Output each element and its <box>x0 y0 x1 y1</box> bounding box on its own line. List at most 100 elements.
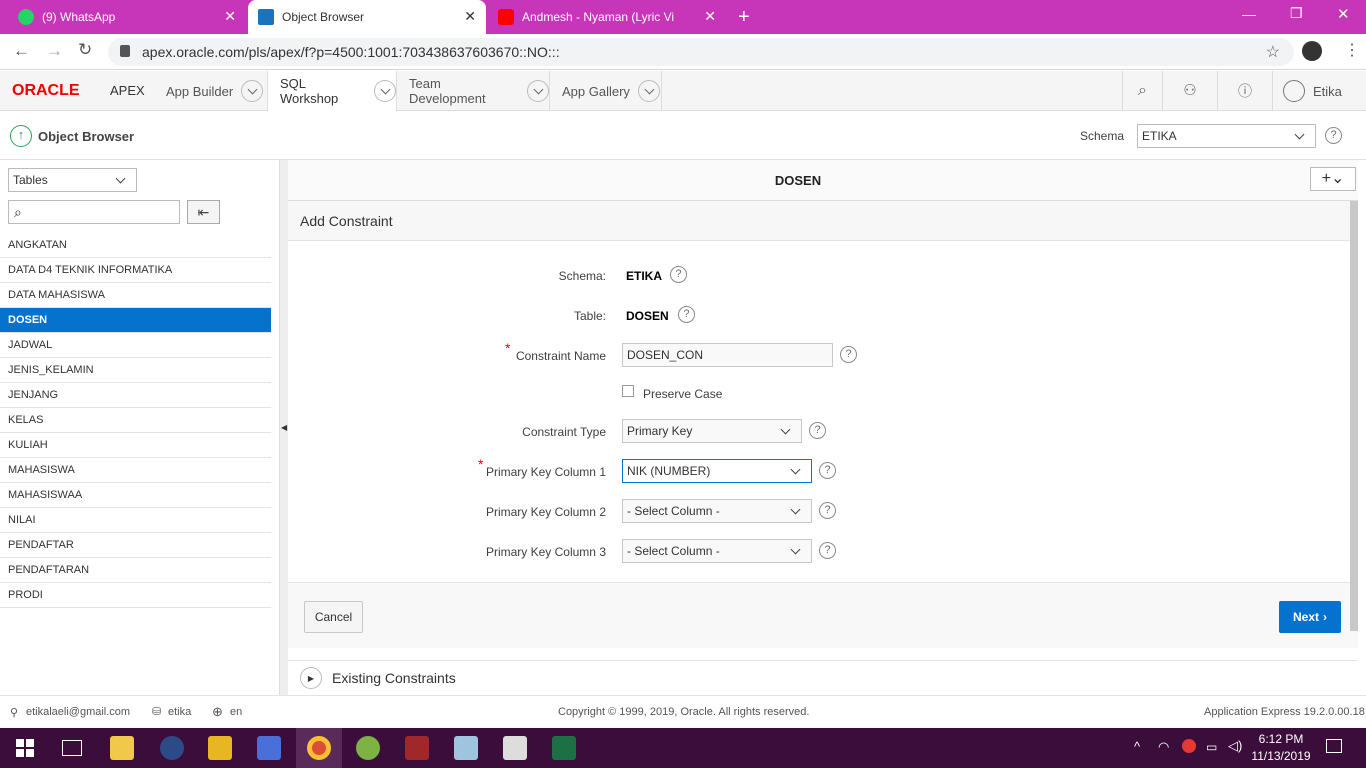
table-list-item[interactable]: JENIS_KELAMIN <box>0 358 271 383</box>
panel-splitter[interactable]: ◀ <box>280 160 288 695</box>
back-icon[interactable]: ← <box>13 41 30 61</box>
expand-icon[interactable]: ▶ <box>300 667 322 689</box>
table-list-item[interactable]: DATA D4 TEKNIK INFORMATIKA <box>0 258 271 283</box>
excel-icon[interactable] <box>552 736 576 760</box>
nav-label: App Builder <box>166 83 234 99</box>
chrome-icon <box>307 736 331 760</box>
nav-sql-workshop[interactable]: SQL Workshop <box>268 71 397 111</box>
new-tab-button[interactable]: + <box>738 6 750 29</box>
constraint-type-select[interactable]: Primary Key <box>622 419 802 443</box>
apex-icon <box>258 9 274 25</box>
eclipse-icon[interactable] <box>160 736 184 760</box>
clock-time: 6:12 PM <box>1258 732 1304 746</box>
chevron-right-icon: › <box>1323 610 1327 624</box>
chevron-up-icon[interactable]: ^ <box>1134 739 1140 754</box>
chevron-down-icon[interactable] <box>241 80 264 102</box>
table-list-item[interactable]: NILAI <box>0 508 271 533</box>
star-icon[interactable]: ☆ <box>1266 42 1280 62</box>
table-list-item[interactable]: MAHASISWA <box>0 458 271 483</box>
windows-start-icon[interactable] <box>16 739 34 757</box>
nav-app-builder[interactable]: App Builder <box>154 71 268 111</box>
search-input[interactable]: ⌕ <box>8 200 180 224</box>
tab-youtube[interactable]: Andmesh - Nyaman (Lyric Vi ✕ <box>488 0 726 34</box>
volume-icon[interactable]: ◁) <box>1228 738 1242 754</box>
collapse-icon[interactable]: ◀ <box>281 423 287 432</box>
up-icon[interactable]: ↑ <box>10 125 32 147</box>
next-button[interactable]: Next › <box>1279 601 1341 633</box>
cancel-button[interactable]: Cancel <box>304 601 363 633</box>
table-list-item[interactable]: KELAS <box>0 408 271 433</box>
footer-language: en <box>230 706 243 718</box>
android-studio-icon[interactable] <box>356 736 380 760</box>
chevron-down-icon[interactable] <box>527 80 549 102</box>
close-icon[interactable]: ✕ <box>224 9 236 23</box>
url-field[interactable]: apex.oracle.com/pls/apex/f?p=4500:1001:7… <box>108 38 1294 66</box>
tab-title: (9) WhatsApp <box>42 10 116 24</box>
window-close-button[interactable]: ✕ <box>1337 5 1350 23</box>
refresh-list-button[interactable]: ⇤ <box>187 200 220 224</box>
help-menu-icon[interactable]: ⓘ <box>1217 71 1272 111</box>
pk-column-3-select[interactable]: - Select Column - <box>622 539 812 563</box>
chrome-taskbar-item[interactable] <box>296 728 342 768</box>
maximize-button[interactable]: ❐ <box>1290 5 1303 22</box>
help-icon[interactable]: ? <box>670 266 687 283</box>
table-list-item[interactable]: MAHASISWAA <box>0 483 271 508</box>
reload-icon[interactable]: ↻ <box>78 40 92 60</box>
pk-column-1-select[interactable]: NIK (NUMBER) <box>622 459 812 483</box>
apex-header: ORACLE APEX App Builder SQL Workshop Tea… <box>0 71 1366 111</box>
user-menu[interactable]: Etika <box>1272 71 1366 111</box>
help-icon[interactable]: ? <box>819 502 836 519</box>
chevron-down-icon[interactable] <box>374 80 396 102</box>
table-list-item[interactable]: PENDAFTAR <box>0 533 271 558</box>
table-list-item[interactable]: JENJANG <box>0 383 271 408</box>
clock[interactable]: 6:12 PM 11/13/2019 <box>1250 731 1312 765</box>
preserve-case-checkbox[interactable] <box>622 385 634 397</box>
winrar-icon[interactable] <box>405 736 429 760</box>
admin-icon[interactable]: ⚇ <box>1162 71 1217 111</box>
help-icon[interactable]: ? <box>819 542 836 559</box>
table-list-item[interactable]: DOSEN <box>0 308 271 333</box>
network-app-icon[interactable] <box>257 736 281 760</box>
nav-app-gallery[interactable]: App Gallery <box>550 71 662 111</box>
table-list-item[interactable]: ANGKATAN <box>0 233 271 258</box>
pk-column-2-value: - Select Column - <box>627 504 720 518</box>
table-list-item[interactable]: PRODI <box>0 583 271 608</box>
help-icon[interactable]: ? <box>809 422 826 439</box>
tab-object-browser[interactable]: Object Browser ✕ <box>248 0 486 34</box>
help-icon[interactable]: ? <box>1325 127 1342 144</box>
help-icon[interactable]: ? <box>819 462 836 479</box>
battery-icon[interactable]: ▭ <box>1206 740 1217 754</box>
create-menu-button[interactable]: +⌄ <box>1310 167 1356 191</box>
task-view-icon[interactable] <box>62 740 82 756</box>
avatar[interactable] <box>1302 41 1322 61</box>
table-list-item[interactable]: DATA MAHASISWA <box>0 283 271 308</box>
file-explorer-icon[interactable] <box>110 736 134 760</box>
table-list-item[interactable]: PENDAFTARAN <box>0 558 271 583</box>
nav-team-development[interactable]: Team Development <box>397 71 550 111</box>
tab-whatsapp[interactable]: (9) WhatsApp ✕ <box>8 0 246 34</box>
wifi-icon[interactable]: ◠ <box>1158 739 1169 755</box>
pk-column-2-select[interactable]: - Select Column - <box>622 499 812 523</box>
existing-constraints-region[interactable]: ▶ Existing Constraints <box>288 660 1358 695</box>
menu-icon[interactable]: ⋮ <box>1344 40 1360 60</box>
close-icon[interactable]: ✕ <box>704 9 716 23</box>
notification-icon[interactable] <box>1182 739 1196 753</box>
photos-icon[interactable] <box>503 736 527 760</box>
forward-icon[interactable]: → <box>46 41 63 61</box>
object-title: DOSEN <box>774 173 822 188</box>
scrollbar[interactable] <box>1350 201 1358 631</box>
table-list-item[interactable]: JADWAL <box>0 333 271 358</box>
app-icon[interactable] <box>208 736 232 760</box>
object-type-select[interactable]: Tables <box>8 168 137 192</box>
table-list-item[interactable]: KULIAH <box>0 433 271 458</box>
minimize-button[interactable]: — <box>1242 6 1256 22</box>
constraint-name-field[interactable]: DOSEN_CON <box>622 343 833 367</box>
chevron-down-icon[interactable] <box>637 80 660 102</box>
help-icon[interactable]: ? <box>678 306 695 323</box>
search-icon[interactable]: ⌕ <box>1122 71 1162 111</box>
action-center-icon[interactable] <box>1326 739 1342 753</box>
schema-select[interactable]: ETIKA <box>1137 124 1316 148</box>
close-icon[interactable]: ✕ <box>464 9 476 23</box>
help-icon[interactable]: ? <box>840 346 857 363</box>
notepad-icon[interactable] <box>454 736 478 760</box>
